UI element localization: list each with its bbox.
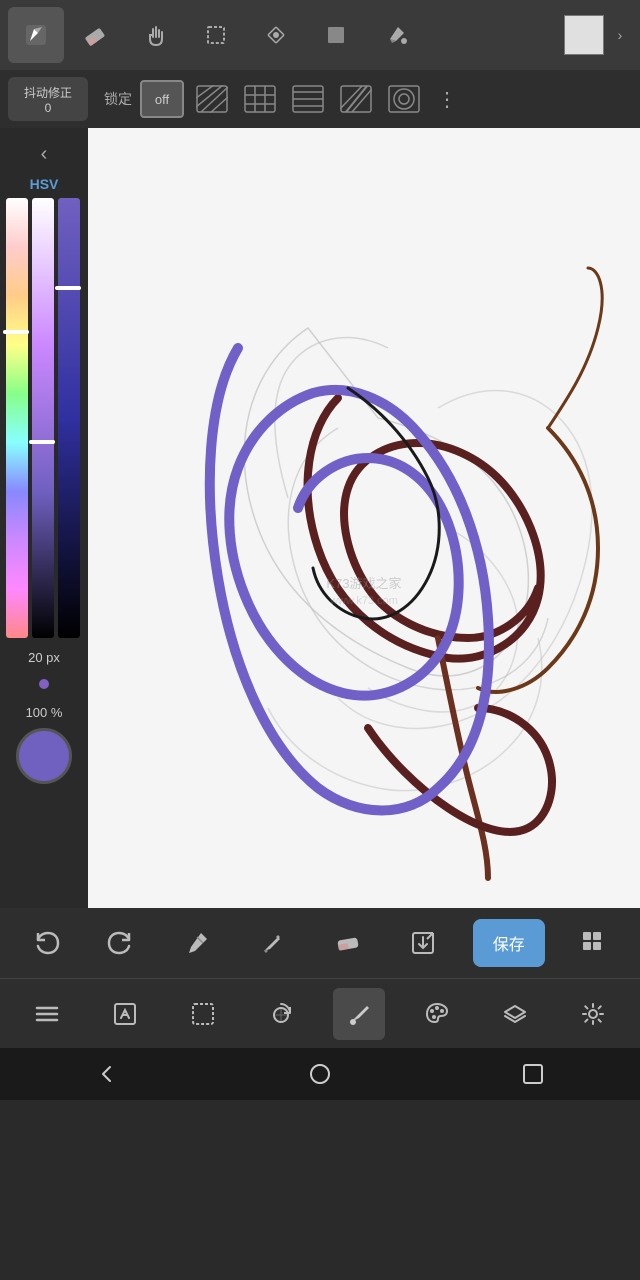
rect-fill-tool[interactable] [308, 7, 364, 63]
fill-tool[interactable] [368, 7, 424, 63]
size-slider[interactable] [14, 669, 74, 699]
stabilizer-value: 0 [45, 101, 52, 115]
more-options-btn[interactable]: ⋮ [432, 80, 462, 118]
canvas-area[interactable]: K73游戏之家 www.k73.com [88, 128, 640, 908]
back-nav-button[interactable] [77, 1054, 137, 1094]
collapse-panel-btn[interactable]: ‹ [26, 136, 62, 172]
lock-off-label: off [155, 92, 169, 107]
svg-text:K73游戏之家: K73游戏之家 [326, 576, 401, 591]
stabilizer-button[interactable]: 抖动修正 0 [8, 77, 88, 121]
current-color-circle[interactable] [16, 728, 72, 784]
saturation-slider[interactable] [32, 198, 54, 638]
hue-slider[interactable] [6, 198, 28, 638]
menu-button[interactable] [21, 988, 73, 1040]
svg-text:www.k73.com: www.k73.com [329, 595, 398, 607]
horizontal-pattern-btn[interactable] [288, 80, 328, 118]
rect-select-tool[interactable] [188, 7, 244, 63]
eraser-bottom-button[interactable] [322, 917, 374, 969]
rotate-button[interactable] [255, 988, 307, 1040]
layers-button[interactable] [489, 988, 541, 1040]
recent-nav-button[interactable] [503, 1054, 563, 1094]
drawing-svg[interactable]: K73游戏之家 www.k73.com [88, 128, 640, 908]
lock-label: 锁定 [104, 89, 132, 109]
radial-pattern-btn[interactable] [384, 80, 424, 118]
color-preview-top[interactable] [564, 15, 604, 55]
palette-button[interactable] [411, 988, 463, 1040]
stabilizer-bar: 抖动修正 0 锁定 off [0, 70, 640, 128]
hand-tool[interactable] [128, 7, 184, 63]
size-label: 20 px [28, 650, 60, 665]
nav-bar [0, 1048, 640, 1100]
stabilizer-label: 抖动修正 [24, 84, 72, 101]
diagonal-pattern-btn[interactable] [192, 80, 232, 118]
eraser-tool[interactable] [68, 7, 124, 63]
export-button[interactable] [397, 917, 449, 969]
save-button[interactable]: 保存 [473, 919, 545, 967]
bottom-toolbar-1: 保存 [0, 908, 640, 978]
brush-button[interactable] [333, 988, 385, 1040]
pen-tool[interactable] [8, 7, 64, 63]
save-label: 保存 [493, 931, 525, 955]
edit-button[interactable] [99, 988, 151, 1040]
grid-button[interactable] [568, 917, 620, 969]
brightness-slider[interactable] [58, 198, 80, 638]
redo-button[interactable] [95, 917, 147, 969]
bottom-toolbar-2 [0, 978, 640, 1048]
lock-off-button[interactable]: off [140, 80, 184, 118]
expand-toolbar-btn[interactable]: › [608, 7, 632, 63]
color-mode-label[interactable]: HSV [30, 176, 59, 192]
select-button[interactable] [177, 988, 229, 1040]
top-toolbar: › [0, 0, 640, 70]
color-sliders[interactable] [6, 198, 82, 638]
grid-pattern-btn[interactable] [240, 80, 280, 118]
pencil-button[interactable] [246, 917, 298, 969]
settings-button[interactable] [567, 988, 619, 1040]
eyedropper-button[interactable] [171, 917, 223, 969]
undo-button[interactable] [20, 917, 72, 969]
left-panel: ‹ HSV 20 px 100 % [0, 128, 88, 908]
main-area: ‹ HSV 20 px 100 % [0, 128, 640, 908]
home-nav-button[interactable] [290, 1054, 350, 1094]
slant-pattern-btn[interactable] [336, 80, 376, 118]
transform-tool[interactable] [248, 7, 304, 63]
opacity-label: 100 % [26, 705, 63, 720]
